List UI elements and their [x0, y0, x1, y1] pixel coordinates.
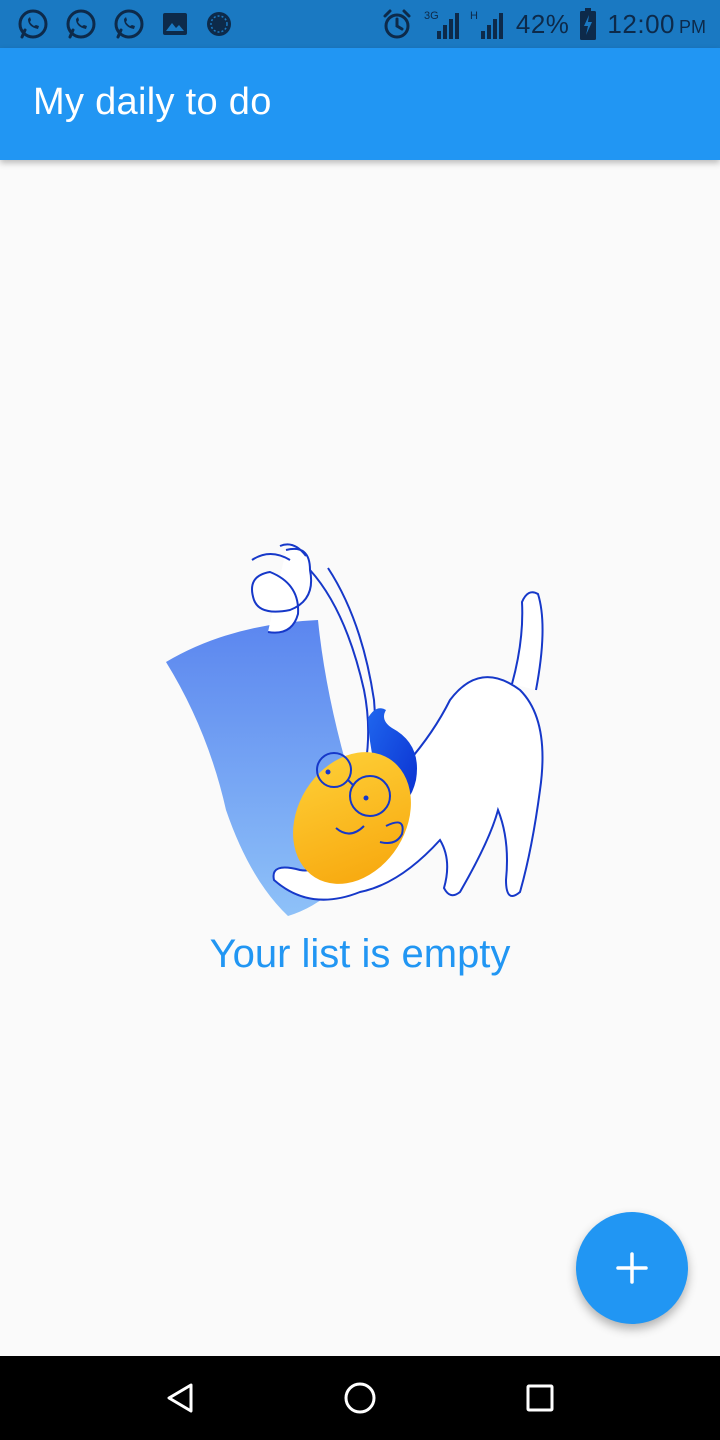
person-stretching-illustration [166, 543, 544, 916]
clock: 12:00 PM [607, 9, 706, 40]
home-button[interactable] [336, 1374, 384, 1422]
whatsapp-icon [114, 9, 144, 39]
alarm-icon [383, 9, 411, 39]
signal-3g-icon: 3G [424, 10, 459, 39]
clock-time: 12:00 [607, 8, 675, 39]
empty-state-message: Your list is empty [209, 932, 511, 976]
battery-charging-icon [580, 8, 597, 40]
add-task-button[interactable] [576, 1212, 688, 1324]
network-label-3g: 3G [424, 10, 439, 22]
back-icon [167, 1383, 193, 1413]
app-bar: My daily to do [0, 48, 720, 160]
status-bar: 3G H 42% 12:00 PM [0, 0, 720, 48]
app-title: My daily to do [33, 81, 272, 123]
status-indicators: 3G H 42% 12:00 PM [380, 6, 706, 42]
circle-app-icon [207, 12, 231, 36]
recents-button[interactable] [516, 1374, 564, 1422]
whatsapp-icon [18, 9, 48, 39]
signal-h-icon: H [470, 10, 503, 39]
battery-percentage: 42% [515, 8, 570, 39]
clock-ampm: PM [679, 16, 706, 37]
plus-icon [616, 1252, 648, 1284]
image-icon [163, 13, 187, 35]
whatsapp-icon [66, 9, 96, 39]
screen: 3G H 42% 12:00 PM My daily to do Your li… [0, 0, 720, 1440]
back-button[interactable] [156, 1374, 204, 1422]
notification-icons [16, 6, 234, 42]
recents-icon [526, 1384, 554, 1412]
navigation-bar [0, 1356, 720, 1440]
network-label-h: H [470, 10, 478, 22]
home-icon [344, 1382, 376, 1414]
